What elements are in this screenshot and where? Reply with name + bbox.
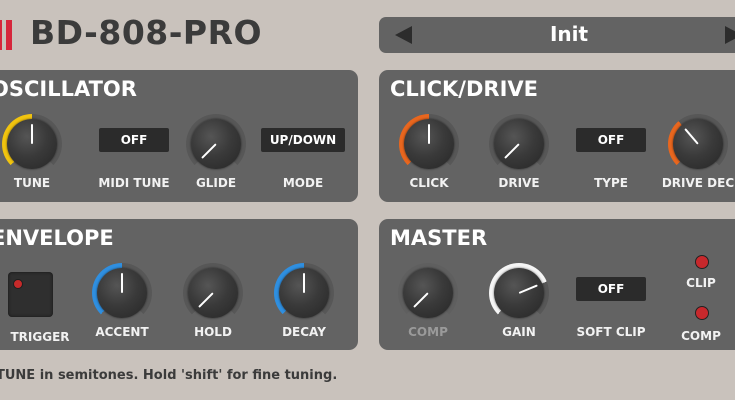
decay-knob-unit: DECAY <box>264 263 344 348</box>
soft-clip-toggle[interactable]: OFF <box>576 277 646 301</box>
comp-knob[interactable] <box>398 263 458 323</box>
mode-toggle[interactable]: UP/DOWN <box>261 128 345 152</box>
decay-knob[interactable] <box>274 263 334 323</box>
gain-knob[interactable] <box>489 263 549 323</box>
hold-knob-unit: HOLD <box>173 263 253 348</box>
master-panel: MASTER COMP GAIN OFF SOFT CLIP CLIP COMP <box>379 219 735 350</box>
midi-tune-toggle[interactable]: OFF <box>99 128 169 152</box>
drive-decay-knob[interactable] <box>668 114 728 174</box>
click-drive-title: CLICK/DRIVE <box>390 77 538 101</box>
accent-knob[interactable] <box>92 263 152 323</box>
envelope-panel: ENVELOPE TRIGGER ACCENT HOLD DECAY <box>0 219 358 350</box>
comp-knob-unit: COMP <box>388 263 468 348</box>
comp-led <box>695 306 709 320</box>
gain-knob-unit: GAIN <box>479 263 559 348</box>
preset-selector[interactable]: Init <box>379 17 735 53</box>
glide-knob[interactable] <box>186 114 246 174</box>
clip-led <box>695 255 709 269</box>
type-toggle[interactable]: OFF <box>576 128 646 152</box>
trigger-pad[interactable] <box>8 272 53 317</box>
clip-led-label: CLIP <box>686 276 716 290</box>
decay-label: DECAY <box>282 325 326 339</box>
app-title: BD-808-PRO <box>30 13 263 52</box>
tune-knob[interactable] <box>2 114 62 174</box>
drive-decay-label: DRIVE DEC <box>661 176 735 190</box>
accent-knob-unit: ACCENT <box>82 263 162 348</box>
master-title: MASTER <box>390 226 488 250</box>
drive-knob[interactable] <box>489 114 549 174</box>
preset-next-icon[interactable] <box>725 26 735 44</box>
brand-logo <box>0 20 16 50</box>
preset-name[interactable]: Init <box>379 22 735 46</box>
hold-knob[interactable] <box>183 263 243 323</box>
envelope-title: ENVELOPE <box>0 226 114 250</box>
soft-clip-label: SOFT CLIP <box>576 325 646 339</box>
soft-clip-unit: OFF SOFT CLIP <box>561 263 661 348</box>
oscillator-title: OSCILLATOR <box>0 77 137 101</box>
comp-led-label: COMP <box>681 329 721 343</box>
drive-knob-unit: DRIVE <box>479 114 559 199</box>
trigger-led <box>13 279 23 289</box>
click-knob[interactable] <box>399 114 459 174</box>
click-knob-unit: CLICK <box>389 114 469 199</box>
mode-label: MODE <box>282 176 324 190</box>
oscillator-panel: OSCILLATOR TUNE OFF MIDI TUNE GLIDE UP/D… <box>0 70 358 202</box>
status-hint: TUNE in semitones. Hold 'shift' for fine… <box>0 368 338 383</box>
tune-knob-unit: TUNE <box>0 114 72 199</box>
click-drive-panel: CLICK/DRIVE CLICK DRIVE OFF TYPE DRIVE D… <box>379 70 735 202</box>
drive-decay-knob-unit: DRIVE DEC <box>658 114 735 199</box>
mode-unit: UP/DOWN MODE <box>253 114 353 199</box>
